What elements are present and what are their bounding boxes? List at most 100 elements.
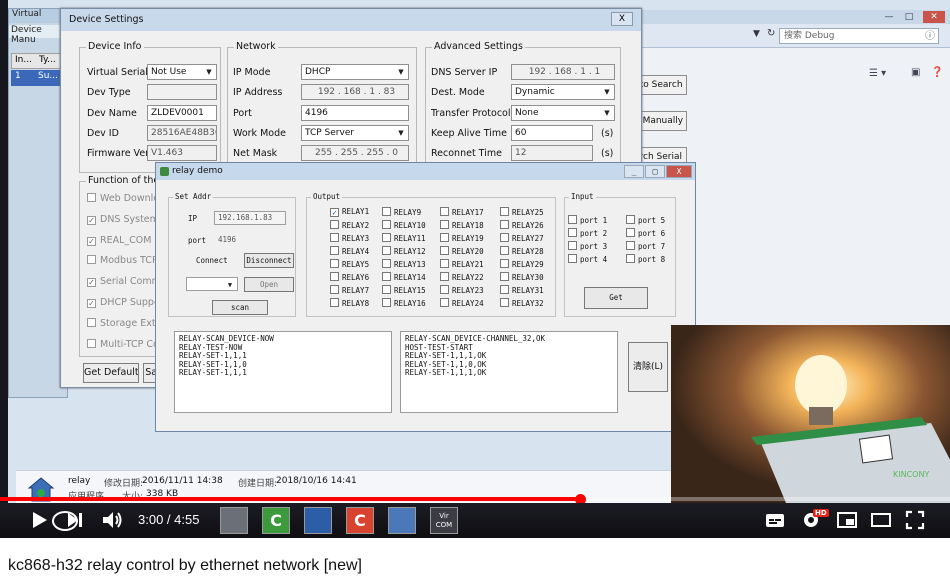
view-options-icon[interactable]: ☰ ▾ xyxy=(869,68,886,79)
maximize-button[interactable]: □ xyxy=(645,165,665,178)
relay-checkbox[interactable]: RELAY2 xyxy=(330,220,369,230)
relay-checkbox[interactable]: RELAY19 xyxy=(440,233,484,243)
port-label: port 4 xyxy=(580,255,608,264)
virtual-serial-select[interactable]: Not Use ▼ xyxy=(147,64,217,80)
disconnect-button[interactable]: Disconnect xyxy=(244,253,294,268)
relay-checkbox[interactable]: RELAY14 xyxy=(382,272,426,282)
relay-checkbox[interactable]: RELAY18 xyxy=(440,220,484,230)
port-field[interactable]: 4196 xyxy=(301,105,409,121)
relay-checkbox[interactable]: RELAY3 xyxy=(330,233,369,243)
close-button[interactable]: X xyxy=(611,12,633,26)
video-player[interactable]: Virtual Device Manu In... Ty... 1 Su... … xyxy=(0,0,950,538)
relay-checkbox[interactable]: RELAY17 xyxy=(440,207,484,217)
relay-checkbox[interactable]: RELAY12 xyxy=(382,246,426,256)
network-app-icon xyxy=(388,507,416,534)
play-icon[interactable] xyxy=(28,509,50,531)
input-port-checkbox[interactable]: port 4 xyxy=(568,254,607,264)
relay-checkbox[interactable]: RELAY4 xyxy=(330,246,369,256)
dropdown-arrow-icon[interactable]: ▼ xyxy=(753,29,760,39)
relay-checkbox[interactable]: ✓ RELAY1 xyxy=(330,207,369,217)
received-log[interactable]: RELAY-SCAN_DEVICE-CHANNEL_32,OK HOST-TEST… xyxy=(400,331,618,413)
relay-checkbox[interactable]: RELAY16 xyxy=(382,298,426,308)
checkbox-icon xyxy=(500,246,509,255)
preview-pane-icon[interactable]: ▣ xyxy=(911,67,920,78)
port-field[interactable]: 4196 xyxy=(214,233,250,247)
input-port-checkbox[interactable]: port 7 xyxy=(626,241,665,251)
relay-checkbox[interactable]: RELAY30 xyxy=(500,272,544,282)
relay-checkbox[interactable]: RELAY20 xyxy=(440,246,484,256)
close-button[interactable]: X xyxy=(666,165,692,178)
relay-checkbox[interactable]: RELAY7 xyxy=(330,285,369,295)
com-port-select[interactable]: ▼ xyxy=(186,277,238,291)
minimize-icon[interactable]: — xyxy=(881,11,897,23)
input-port-checkbox[interactable]: port 8 xyxy=(626,254,665,264)
relay-checkbox[interactable]: RELAY32 xyxy=(500,298,544,308)
table-row[interactable]: 1 Su... xyxy=(11,70,65,86)
maximize-icon[interactable]: □ xyxy=(901,11,917,23)
clear-button[interactable]: 清除(L) xyxy=(628,342,668,392)
input-port-checkbox[interactable]: port 3 xyxy=(568,241,607,251)
select-value: TCP Server xyxy=(305,128,355,138)
relay-label: RELAY20 xyxy=(452,247,484,256)
input-port-checkbox[interactable]: port 5 xyxy=(626,215,665,225)
relay-checkbox[interactable]: RELAY8 xyxy=(330,298,369,308)
dev-name-field[interactable]: ZLDEV0001 xyxy=(147,105,217,121)
relay-checkbox[interactable]: RELAY28 xyxy=(500,246,544,256)
relay-checkbox[interactable]: RELAY9 xyxy=(382,207,421,217)
relay-checkbox[interactable]: RELAY23 xyxy=(440,285,484,295)
function-checkbox[interactable]: ✓ DNS System xyxy=(87,214,159,225)
keep-alive-field[interactable]: 60 xyxy=(511,125,593,141)
checkbox-icon xyxy=(440,233,449,242)
relay-checkbox[interactable]: RELAY21 xyxy=(440,259,484,269)
search-icon[interactable]: ⓘ xyxy=(925,27,935,42)
progress-bar[interactable] xyxy=(0,497,950,501)
relay-checkbox[interactable]: RELAY6 xyxy=(330,272,369,282)
work-mode-select[interactable]: TCP Server ▼ xyxy=(301,125,409,141)
get-button[interactable]: Get xyxy=(584,287,648,309)
miniplayer-icon[interactable] xyxy=(836,509,858,531)
input-port-checkbox[interactable]: port 6 xyxy=(626,228,665,238)
relay-checkbox[interactable]: RELAY22 xyxy=(440,272,484,282)
green-app-icon: C xyxy=(262,507,290,534)
checkbox-icon xyxy=(87,255,96,265)
relay-checkbox[interactable]: RELAY26 xyxy=(500,220,544,230)
get-default-button[interactable]: Get Default xyxy=(83,363,139,383)
relay-checkbox[interactable]: RELAY29 xyxy=(500,259,544,269)
fullscreen-icon[interactable] xyxy=(904,509,926,531)
help-icon[interactable]: ❓ xyxy=(931,67,943,78)
volume-icon[interactable] xyxy=(100,509,124,531)
relay-checkbox[interactable]: RELAY25 xyxy=(500,207,544,217)
window-title: relay demo xyxy=(156,163,695,180)
close-icon[interactable]: ✕ xyxy=(923,11,945,23)
open-button[interactable]: Open xyxy=(244,277,294,292)
relay-checkbox[interactable]: RELAY15 xyxy=(382,285,426,295)
transfer-protocol-select[interactable]: None ▼ xyxy=(511,105,615,121)
relay-checkbox[interactable]: RELAY31 xyxy=(500,285,544,295)
group-title: Output xyxy=(311,192,343,201)
minimize-button[interactable]: _ xyxy=(624,165,644,178)
relay-checkbox[interactable]: RELAY24 xyxy=(440,298,484,308)
reconnect-unit: (s) xyxy=(601,148,614,159)
relay-checkbox[interactable]: RELAY13 xyxy=(382,259,426,269)
subtitles-icon[interactable] xyxy=(764,509,786,531)
relay-checkbox[interactable]: RELAY10 xyxy=(382,220,426,230)
relay-checkbox[interactable]: RELAY11 xyxy=(382,233,426,243)
scan-button[interactable]: scan xyxy=(212,300,268,315)
ip-address-label: IP Address xyxy=(233,87,283,98)
relay-label: RELAY16 xyxy=(394,299,426,308)
refresh-icon[interactable]: ↻ xyxy=(767,28,775,39)
search-input[interactable]: 搜索 Debug xyxy=(779,28,939,44)
relay-label: RELAY31 xyxy=(512,286,544,295)
dest-mode-select[interactable]: Dynamic ▼ xyxy=(511,84,615,100)
checkbox-icon xyxy=(440,298,449,307)
input-port-checkbox[interactable]: port 1 xyxy=(568,215,607,225)
theater-mode-icon[interactable] xyxy=(870,509,892,531)
input-port-checkbox[interactable]: port 2 xyxy=(568,228,607,238)
ip-mode-select[interactable]: DHCP ▼ xyxy=(301,64,409,80)
relay-checkbox[interactable]: RELAY27 xyxy=(500,233,544,243)
sent-log[interactable]: RELAY-SCAN_DEVICE-NOW RELAY-TEST-NOW RELAY… xyxy=(174,331,392,413)
relay-checkbox[interactable]: RELAY5 xyxy=(330,259,369,269)
modified-label: 修改日期: xyxy=(104,479,144,489)
ip-field[interactable]: 192.168.1.83 xyxy=(214,211,286,225)
function-checkbox[interactable]: ✓ REAL_COM Pr xyxy=(87,235,164,246)
